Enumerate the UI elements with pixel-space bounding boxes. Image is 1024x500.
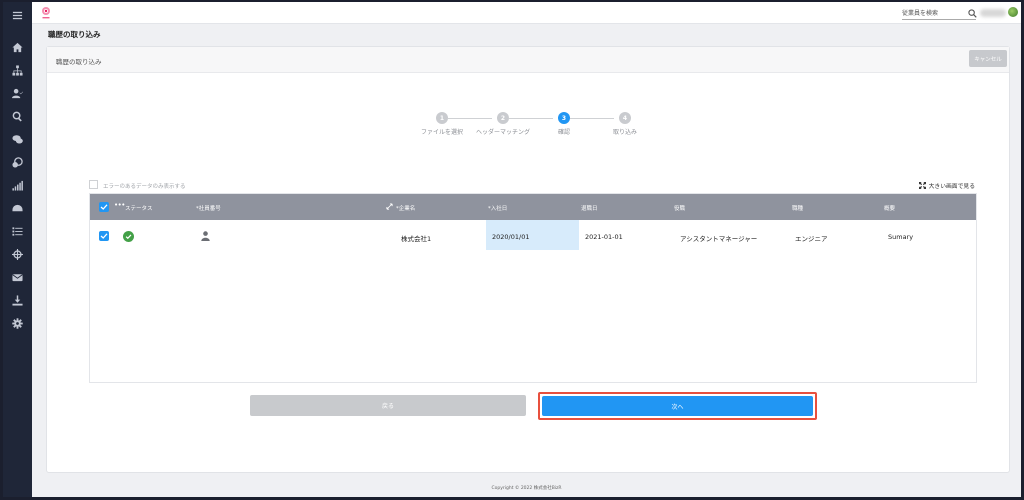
company-logo-icon[interactable] bbox=[40, 6, 52, 20]
search-icon[interactable] bbox=[10, 109, 24, 123]
cell-company[interactable]: 株式会社1 bbox=[401, 233, 431, 243]
header-status[interactable]: ステータス bbox=[125, 204, 153, 212]
org-chart-icon[interactable] bbox=[10, 63, 24, 77]
cancel-button[interactable]: キャンセル bbox=[969, 50, 1007, 67]
error-only-checkbox[interactable] bbox=[89, 180, 98, 189]
sidebar bbox=[3, 2, 32, 497]
mail-icon[interactable] bbox=[10, 270, 24, 284]
employee-search-input[interactable] bbox=[902, 8, 976, 20]
step-connector bbox=[570, 118, 614, 119]
step-connector bbox=[509, 118, 553, 119]
signal-chart-icon[interactable] bbox=[10, 178, 24, 192]
error-only-label: エラーのあるデータのみ表示する bbox=[103, 184, 186, 190]
more-options-icon[interactable]: ••• bbox=[114, 201, 125, 209]
download-icon[interactable] bbox=[10, 293, 24, 307]
header-leave-date[interactable]: 退職日 bbox=[581, 204, 598, 212]
step-4-circle: 4 bbox=[619, 112, 631, 124]
person-icon bbox=[201, 231, 210, 241]
cell-leave-date[interactable]: 2021-01-01 bbox=[585, 233, 623, 241]
step-3-circle: 3 bbox=[558, 112, 570, 124]
cell-position[interactable]: アシスタントマネージャー bbox=[680, 233, 757, 243]
step-4-label: 取り込み bbox=[612, 129, 637, 136]
fullscreen-label: 大きい画面で見る bbox=[928, 184, 975, 190]
dashboard-gauge-icon[interactable] bbox=[10, 201, 24, 215]
cell-summary[interactable]: Sumary bbox=[888, 233, 913, 241]
header-company[interactable]: *企業名 bbox=[396, 204, 415, 212]
user-check-icon[interactable] bbox=[10, 86, 24, 100]
header-employee-no[interactable]: *社員番号 bbox=[196, 204, 221, 212]
header-summary[interactable]: 概要 bbox=[884, 204, 895, 212]
cell-join-date[interactable]: 2020/01/01 bbox=[492, 233, 529, 241]
step-1-circle: 1 bbox=[436, 112, 448, 124]
top-bar bbox=[32, 2, 1021, 24]
cell-job-type[interactable]: エンジニア bbox=[795, 233, 828, 243]
check-icon bbox=[100, 204, 108, 210]
table-header: ••• ステータス *社員番号 *企業名 *入社日 退職日 役職 職種 概要 bbox=[90, 194, 976, 220]
back-button[interactable]: 戻る bbox=[250, 395, 526, 416]
card-header: 職歴の取り込み キャンセル bbox=[47, 47, 1009, 73]
header-job-type[interactable]: 職種 bbox=[792, 204, 803, 212]
user-name-redacted bbox=[980, 9, 1006, 17]
page-title: 職歴の取り込み bbox=[48, 30, 101, 39]
step-2-circle: 2 bbox=[497, 112, 509, 124]
badge-icon[interactable] bbox=[10, 155, 24, 169]
header-position[interactable]: 役職 bbox=[674, 204, 685, 212]
next-button[interactable]: 次へ bbox=[542, 396, 813, 416]
chat-icon[interactable] bbox=[10, 132, 24, 146]
avatar[interactable] bbox=[1008, 7, 1018, 17]
row-checkbox[interactable] bbox=[99, 231, 109, 241]
fullscreen-link[interactable]: 大きい画面で見る bbox=[918, 181, 975, 190]
header-join-date[interactable]: *入社日 bbox=[488, 204, 507, 212]
step-connector bbox=[448, 118, 492, 119]
import-card: 職歴の取り込み キャンセル 1 2 3 4 ファイルを選択 ヘッダーマッチング … bbox=[46, 46, 1010, 473]
footer-copyright: Copyright © 2022 株式会社BizR bbox=[491, 486, 562, 491]
select-all-checkbox[interactable] bbox=[99, 202, 109, 212]
list-icon[interactable] bbox=[10, 224, 24, 238]
expand-icon bbox=[918, 182, 926, 189]
card-title: 職歴の取り込み bbox=[56, 58, 102, 66]
app-window: 職歴の取り込み 職歴の取り込み キャンセル 1 2 3 4 ファイルを選択 ヘッ… bbox=[3, 2, 1021, 497]
check-icon bbox=[100, 233, 108, 239]
search-icon[interactable] bbox=[968, 9, 977, 18]
status-ok-icon bbox=[123, 231, 134, 242]
menu-icon[interactable] bbox=[10, 8, 24, 22]
home-icon[interactable] bbox=[10, 40, 24, 54]
resize-column-icon[interactable] bbox=[386, 203, 393, 210]
crosshair-icon[interactable] bbox=[10, 247, 24, 261]
preview-table: ••• ステータス *社員番号 *企業名 *入社日 退職日 役職 職種 概要 株… bbox=[89, 193, 977, 383]
gear-icon[interactable] bbox=[10, 316, 24, 330]
